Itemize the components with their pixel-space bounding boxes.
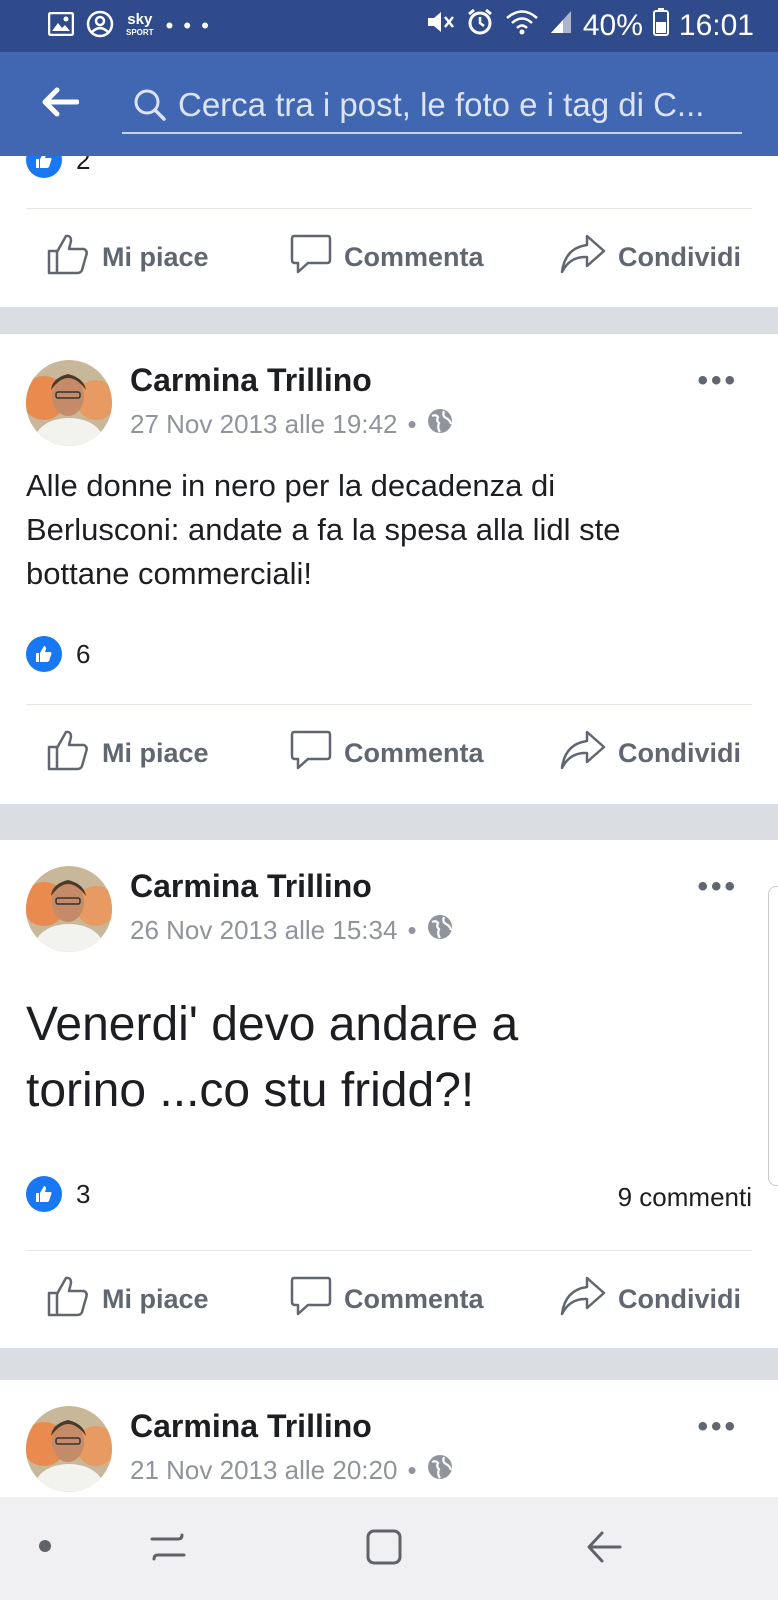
recent-apps-icon[interactable] <box>148 1527 188 1567</box>
post-meta: 26 Nov 2013 alle 15:34 • <box>130 914 453 947</box>
comment-label: Commenta <box>344 241 484 272</box>
post-header <box>26 360 112 446</box>
like-summary[interactable]: 6 <box>26 636 90 672</box>
signal-icon <box>549 9 573 43</box>
more-notifications-icon: • • • <box>165 13 211 38</box>
like-button[interactable]: Mi piace <box>46 728 209 779</box>
comment-label: Commenta <box>344 1283 484 1314</box>
like-badge-icon <box>26 1176 62 1212</box>
comment-label: Commenta <box>344 737 484 768</box>
globe-icon <box>427 1454 453 1487</box>
sky-sport-icon: sky SPORT <box>126 11 154 37</box>
wifi-icon <box>505 8 539 44</box>
share-button[interactable]: Condividi <box>560 728 741 779</box>
post-text: Alle donne in nero per la decadenza di B… <box>26 468 621 591</box>
alarm-icon <box>465 7 495 45</box>
more-options-icon[interactable]: ••• <box>697 870 738 904</box>
comment-icon <box>290 1274 332 1325</box>
like-count: 3 <box>76 1178 91 1209</box>
search-icon <box>122 88 178 122</box>
avatar[interactable] <box>26 360 112 446</box>
search-input[interactable]: Cerca tra i post, le foto e i tag di C..… <box>122 78 742 134</box>
battery-percent: 40% <box>582 9 643 42</box>
post-meta: 21 Nov 2013 alle 20:20 • <box>130 1454 453 1487</box>
search-placeholder: Cerca tra i post, le foto e i tag di C..… <box>178 86 705 123</box>
like-badge-icon <box>26 636 62 672</box>
system-nav-bar <box>0 1497 778 1600</box>
share-label: Condividi <box>618 737 741 768</box>
like-label: Mi piace <box>102 241 209 272</box>
like-label: Mi piace <box>102 737 209 768</box>
like-button[interactable]: Mi piace <box>46 232 209 283</box>
author-name[interactable]: Carmina Trillino <box>130 1408 372 1445</box>
like-count: 2 <box>76 156 91 175</box>
gallery-icon <box>47 11 75 41</box>
comment-icon <box>290 728 332 779</box>
share-icon <box>560 1274 606 1325</box>
thumbs-up-icon <box>46 232 90 283</box>
dot-indicator-icon[interactable] <box>36 1537 54 1555</box>
action-bar: Mi piace Commenta Condividi <box>0 209 778 305</box>
post-meta: 27 Nov 2013 alle 19:42 • <box>130 408 453 441</box>
comment-icon <box>290 232 332 283</box>
share-label: Condividi <box>618 241 741 272</box>
share-icon <box>560 728 606 779</box>
post-header <box>26 1406 112 1492</box>
like-label: Mi piace <box>102 1283 209 1314</box>
action-bar: Mi piace Commenta Condividi <box>0 705 778 801</box>
author-name[interactable]: Carmina Trillino <box>130 362 372 399</box>
globe-icon <box>427 408 453 441</box>
share-button[interactable]: Condividi <box>560 1274 741 1325</box>
share-label: Condividi <box>618 1283 741 1314</box>
battery-icon <box>652 8 669 44</box>
post-date[interactable]: 26 Nov 2013 alle 15:34 <box>130 915 397 946</box>
post-card: Carmina Trillino 26 Nov 2013 alle 15:34 … <box>0 840 778 1348</box>
thumbs-up-icon <box>46 1274 90 1325</box>
mute-icon <box>425 8 455 44</box>
author-name[interactable]: Carmina Trillino <box>130 868 372 905</box>
post-date[interactable]: 21 Nov 2013 alle 20:20 <box>130 1455 397 1486</box>
arrow-left-icon <box>41 87 80 122</box>
comments-count[interactable]: 9 commenti <box>618 1182 752 1213</box>
like-summary[interactable]: 3 <box>26 1176 90 1212</box>
post-date[interactable]: 27 Nov 2013 alle 19:42 <box>130 409 397 440</box>
like-badge-icon <box>26 156 62 178</box>
back-button[interactable] <box>0 52 120 156</box>
action-bar: Mi piace Commenta Condividi <box>0 1251 778 1347</box>
post-card-fragment: 2 Mi piace Commenta Condividi <box>0 156 778 307</box>
home-icon[interactable] <box>364 1527 404 1567</box>
like-count: 6 <box>76 638 91 669</box>
status-bar: sky SPORT • • • 40% 16:01 <box>0 0 778 52</box>
share-button[interactable]: Condividi <box>560 232 741 283</box>
scrollbar[interactable] <box>768 886 778 1186</box>
globe-icon <box>427 914 453 947</box>
post-card: Carmina Trillino 21 Nov 2013 alle 20:20 … <box>0 1380 778 1497</box>
more-options-icon[interactable]: ••• <box>697 364 738 398</box>
post-header <box>26 866 112 952</box>
post-text: Venerdi' devo andare a torino ...co stu … <box>26 998 519 1117</box>
share-icon <box>560 232 606 283</box>
account-icon <box>86 10 114 43</box>
avatar[interactable] <box>26 866 112 952</box>
feed[interactable]: 2 Mi piace Commenta Condividi Carmina Tr <box>0 156 778 1497</box>
like-button[interactable]: Mi piace <box>46 1274 209 1325</box>
app-bar: Cerca tra i post, le foto e i tag di C..… <box>0 52 778 156</box>
back-nav-icon[interactable] <box>584 1527 624 1567</box>
thumbs-up-icon <box>46 728 90 779</box>
clock: 16:01 <box>678 9 754 42</box>
comment-button[interactable]: Commenta <box>290 232 484 283</box>
comment-button[interactable]: Commenta <box>290 1274 484 1325</box>
post-card: Carmina Trillino 27 Nov 2013 alle 19:42 … <box>0 334 778 804</box>
avatar[interactable] <box>26 1406 112 1492</box>
more-options-icon[interactable]: ••• <box>697 1410 738 1444</box>
like-summary[interactable]: 2 <box>26 156 90 178</box>
comment-button[interactable]: Commenta <box>290 728 484 779</box>
